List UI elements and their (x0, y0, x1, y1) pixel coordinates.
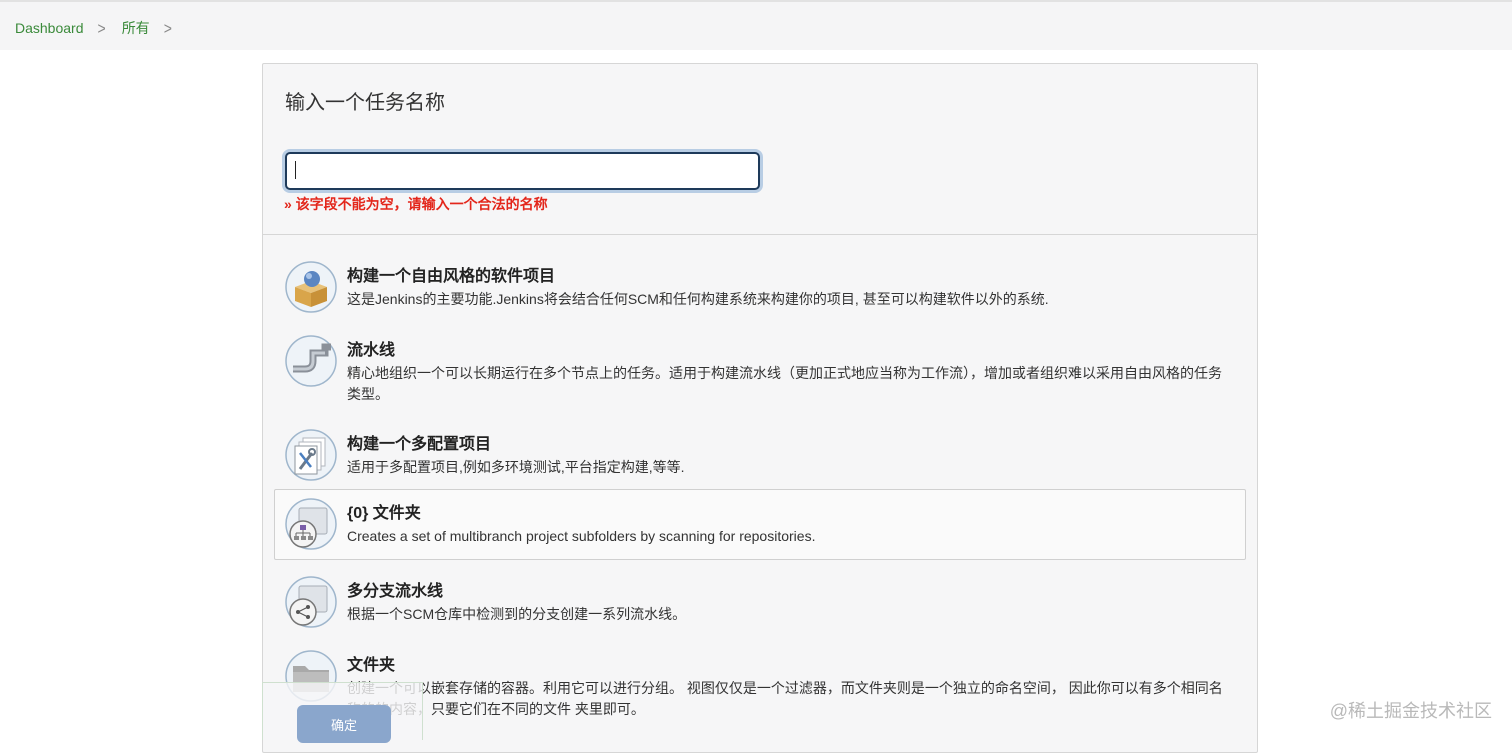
top-bar: Dashboard > 所有 > (0, 0, 1512, 50)
validation-error: » 该字段不能为空，请输入一个合法的名称 (284, 196, 548, 212)
item-description: 创建一个可以嵌套存储的容器。利用它可以进行分组。 视图仅仅是一个过滤器，而文件夹… (347, 680, 1223, 717)
item-description: 适用于多配置项目,例如多环境测试,平台指定构建,等等. (347, 459, 685, 475)
item-description: 精心地组织一个可以长期运行在多个节点上的任务。适用于构建流水线（更加正式地应当称… (347, 365, 1222, 402)
ok-button[interactable]: 确定 (297, 705, 391, 743)
breadcrumb-dashboard[interactable]: Dashboard (15, 20, 84, 36)
org-folder-icon (285, 498, 337, 550)
bottom-sticky-bar: 确定 (262, 682, 423, 743)
chevron-right-icon[interactable]: > (98, 18, 106, 37)
pipeline-icon (285, 335, 337, 387)
item-name-input[interactable] (285, 152, 760, 190)
item-type-pipeline[interactable]: 流水线 精心地组织一个可以长期运行在多个节点上的任务。适用于构建流水线（更加正式… (274, 326, 1246, 416)
multi-config-icon (285, 429, 337, 481)
item-type-multi-config[interactable]: 构建一个多配置项目 适用于多配置项目,例如多环境测试,平台指定构建,等等. (274, 420, 1246, 490)
item-description: Creates a set of multibranch project sub… (347, 528, 816, 544)
item-title: {0} 文件夹 (347, 505, 421, 522)
item-description: 这是Jenkins的主要功能.Jenkins将会结合任何SCM和任何构建系统来构… (347, 291, 1049, 307)
item-type-multibranch[interactable]: 多分支流水线 根据一个SCM仓库中检测到的分支创建一系列流水线。 (274, 567, 1246, 637)
item-title: 文件夹 (347, 657, 396, 674)
item-title: 多分支流水线 (347, 583, 444, 600)
item-title: 构建一个多配置项目 (347, 436, 492, 453)
new-item-panel: 输入一个任务名称 » 该字段不能为空，请输入一个合法的名称 构建一个自由风格的软… (262, 63, 1258, 753)
watermark: @稀土掘金技术社区 (1329, 701, 1492, 721)
breadcrumb-all[interactable]: 所有 (122, 18, 150, 38)
item-description: 根据一个SCM仓库中检测到的分支创建一系列流水线。 (347, 606, 687, 622)
item-type-freestyle[interactable]: 构建一个自由风格的软件项目 这是Jenkins的主要功能.Jenkins将会结合… (274, 252, 1246, 322)
item-type-organization-folder[interactable]: {0} 文件夹 Creates a set of multibranch pro… (274, 489, 1246, 560)
freestyle-box-icon (285, 261, 337, 313)
multibranch-icon (285, 576, 337, 628)
page-title: 输入一个任务名称 (285, 92, 445, 114)
chevron-right-icon[interactable]: > (164, 18, 172, 37)
item-title: 构建一个自由风格的软件项目 (347, 268, 556, 285)
breadcrumb: Dashboard > 所有 > (15, 18, 188, 38)
name-section: 输入一个任务名称 » 该字段不能为空，请输入一个合法的名称 (263, 64, 1257, 235)
text-cursor (295, 161, 296, 179)
item-title: 流水线 (347, 342, 396, 359)
